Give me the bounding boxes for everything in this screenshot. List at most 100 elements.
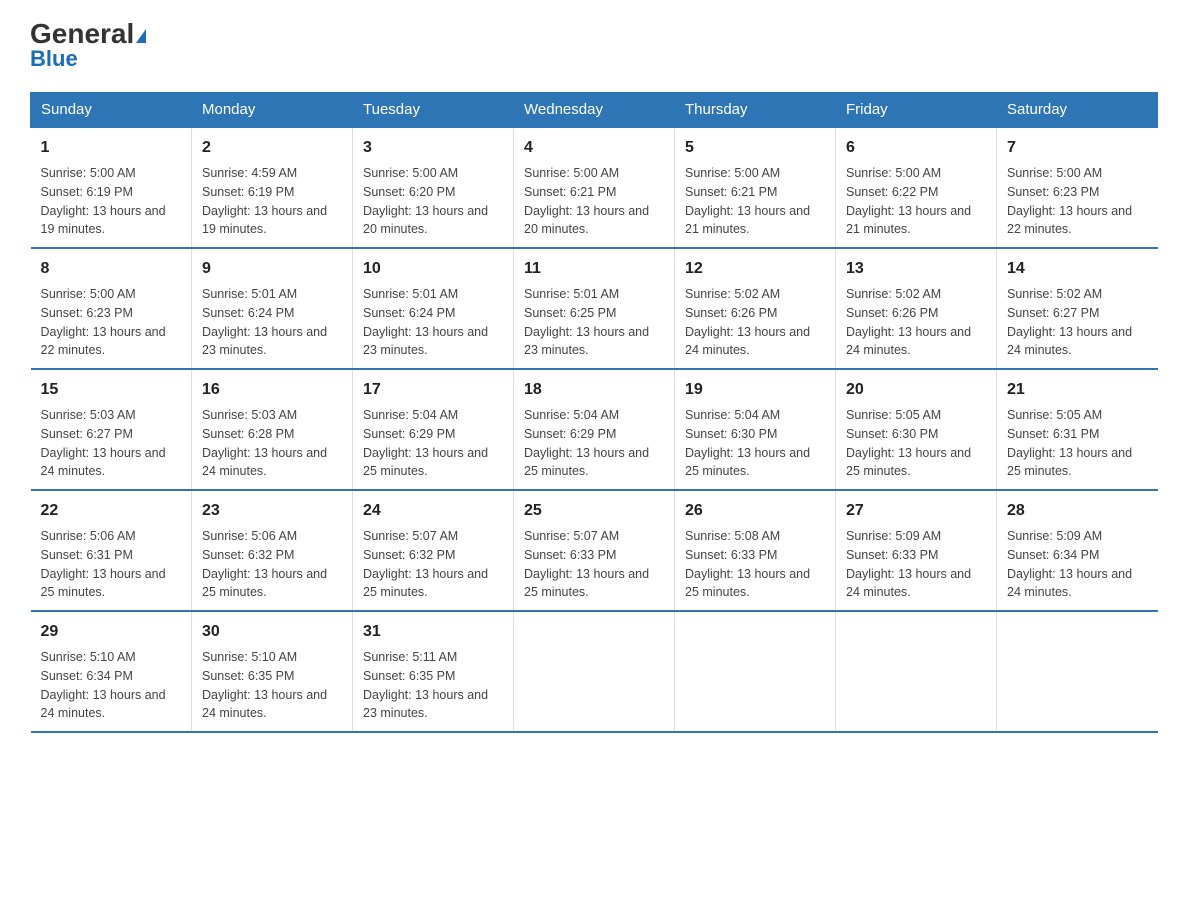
calendar-cell: 21 Sunrise: 5:05 AMSunset: 6:31 PMDayligh… xyxy=(997,369,1158,490)
calendar-cell: 30 Sunrise: 5:10 AMSunset: 6:35 PMDayligh… xyxy=(192,611,353,732)
page-header: General Blue xyxy=(30,20,1158,72)
calendar-cell: 31 Sunrise: 5:11 AMSunset: 6:35 PMDayligh… xyxy=(353,611,514,732)
day-number: 2 xyxy=(202,136,342,160)
day-number: 23 xyxy=(202,499,342,523)
day-number: 25 xyxy=(524,499,664,523)
day-info: Sunrise: 5:02 AMSunset: 6:26 PMDaylight:… xyxy=(846,287,971,357)
day-number: 26 xyxy=(685,499,825,523)
weekday-header-friday: Friday xyxy=(836,93,997,128)
calendar-cell: 12 Sunrise: 5:02 AMSunset: 6:26 PMDayligh… xyxy=(675,248,836,369)
day-number: 13 xyxy=(846,257,986,281)
calendar-cell: 13 Sunrise: 5:02 AMSunset: 6:26 PMDayligh… xyxy=(836,248,997,369)
calendar-cell: 4Sunrise: 5:00 AMSunset: 6:21 PMDaylight… xyxy=(514,127,675,248)
calendar-cell xyxy=(997,611,1158,732)
calendar-cell: 23 Sunrise: 5:06 AMSunset: 6:32 PMDayligh… xyxy=(192,490,353,611)
day-number: 11 xyxy=(524,257,664,281)
day-info: Sunrise: 5:00 AMSunset: 6:23 PMDaylight:… xyxy=(41,287,166,357)
day-number: 24 xyxy=(363,499,503,523)
day-number: 19 xyxy=(685,378,825,402)
day-number: 15 xyxy=(41,378,182,402)
day-number: 7 xyxy=(1007,136,1148,160)
day-number: 6 xyxy=(846,136,986,160)
day-info: Sunrise: 5:09 AMSunset: 6:33 PMDaylight:… xyxy=(846,529,971,599)
day-info: Sunrise: 5:01 AMSunset: 6:25 PMDaylight:… xyxy=(524,287,649,357)
day-number: 28 xyxy=(1007,499,1148,523)
calendar-cell: 10 Sunrise: 5:01 AMSunset: 6:24 PMDayligh… xyxy=(353,248,514,369)
weekday-header-row: SundayMondayTuesdayWednesdayThursdayFrid… xyxy=(31,93,1158,128)
logo-blue-text: Blue xyxy=(30,46,78,72)
day-number: 20 xyxy=(846,378,986,402)
calendar-cell: 9 Sunrise: 5:01 AMSunset: 6:24 PMDaylight… xyxy=(192,248,353,369)
calendar-cell: 7 Sunrise: 5:00 AMSunset: 6:23 PMDaylight… xyxy=(997,127,1158,248)
day-info: Sunrise: 5:01 AMSunset: 6:24 PMDaylight:… xyxy=(363,287,488,357)
logo-general-text: General xyxy=(30,20,146,48)
day-info: Sunrise: 5:02 AMSunset: 6:27 PMDaylight:… xyxy=(1007,287,1132,357)
day-number: 1 xyxy=(41,136,182,160)
day-info: Sunrise: 5:11 AMSunset: 6:35 PMDaylight:… xyxy=(363,650,488,720)
calendar-cell: 5 Sunrise: 5:00 AMSunset: 6:21 PMDaylight… xyxy=(675,127,836,248)
calendar-cell: 2 Sunrise: 4:59 AMSunset: 6:19 PMDaylight… xyxy=(192,127,353,248)
day-info: Sunrise: 5:06 AMSunset: 6:32 PMDaylight:… xyxy=(202,529,327,599)
weekday-header-tuesday: Tuesday xyxy=(353,93,514,128)
day-info: Sunrise: 5:03 AMSunset: 6:28 PMDaylight:… xyxy=(202,408,327,478)
day-info: Sunrise: 5:06 AMSunset: 6:31 PMDaylight:… xyxy=(41,529,166,599)
weekday-header-saturday: Saturday xyxy=(997,93,1158,128)
calendar-cell: 19 Sunrise: 5:04 AMSunset: 6:30 PMDayligh… xyxy=(675,369,836,490)
calendar-cell: 22 Sunrise: 5:06 AMSunset: 6:31 PMDayligh… xyxy=(31,490,192,611)
day-info: Sunrise: 5:07 AMSunset: 6:33 PMDaylight:… xyxy=(524,529,649,599)
day-number: 18 xyxy=(524,378,664,402)
day-number: 21 xyxy=(1007,378,1148,402)
day-info: Sunrise: 5:10 AMSunset: 6:34 PMDaylight:… xyxy=(41,650,166,720)
calendar-cell: 26 Sunrise: 5:08 AMSunset: 6:33 PMDayligh… xyxy=(675,490,836,611)
weekday-header-wednesday: Wednesday xyxy=(514,93,675,128)
day-number: 16 xyxy=(202,378,342,402)
day-info: Sunrise: 5:04 AMSunset: 6:30 PMDaylight:… xyxy=(685,408,810,478)
logo: General Blue xyxy=(30,20,146,72)
day-info: Sunrise: 5:00 AMSunset: 6:22 PMDaylight:… xyxy=(846,166,971,236)
day-info: Sunrise: 5:03 AMSunset: 6:27 PMDaylight:… xyxy=(41,408,166,478)
weekday-header-monday: Monday xyxy=(192,93,353,128)
day-info: Sunrise: 5:08 AMSunset: 6:33 PMDaylight:… xyxy=(685,529,810,599)
weekday-header-sunday: Sunday xyxy=(31,93,192,128)
calendar-cell xyxy=(836,611,997,732)
day-number: 12 xyxy=(685,257,825,281)
weekday-header-thursday: Thursday xyxy=(675,93,836,128)
calendar-cell: 3 Sunrise: 5:00 AMSunset: 6:20 PMDaylight… xyxy=(353,127,514,248)
day-info: Sunrise: 4:59 AMSunset: 6:19 PMDaylight:… xyxy=(202,166,327,236)
day-number: 31 xyxy=(363,620,503,644)
calendar-cell: 1 Sunrise: 5:00 AMSunset: 6:19 PMDaylight… xyxy=(31,127,192,248)
day-info: Sunrise: 5:10 AMSunset: 6:35 PMDaylight:… xyxy=(202,650,327,720)
calendar-cell: 14Sunrise: 5:02 AMSunset: 6:27 PMDayligh… xyxy=(997,248,1158,369)
calendar-week-row: 15 Sunrise: 5:03 AMSunset: 6:27 PMDayligh… xyxy=(31,369,1158,490)
day-number: 5 xyxy=(685,136,825,160)
day-number: 8 xyxy=(41,257,182,281)
day-number: 22 xyxy=(41,499,182,523)
day-info: Sunrise: 5:05 AMSunset: 6:31 PMDaylight:… xyxy=(1007,408,1132,478)
day-info: Sunrise: 5:00 AMSunset: 6:21 PMDaylight:… xyxy=(685,166,810,236)
day-number: 10 xyxy=(363,257,503,281)
day-number: 3 xyxy=(363,136,503,160)
calendar-cell xyxy=(675,611,836,732)
day-number: 30 xyxy=(202,620,342,644)
day-info: Sunrise: 5:04 AMSunset: 6:29 PMDaylight:… xyxy=(363,408,488,478)
day-info: Sunrise: 5:00 AMSunset: 6:21 PMDaylight:… xyxy=(524,166,649,236)
day-info: Sunrise: 5:00 AMSunset: 6:19 PMDaylight:… xyxy=(41,166,166,236)
calendar-cell: 16 Sunrise: 5:03 AMSunset: 6:28 PMDayligh… xyxy=(192,369,353,490)
calendar-cell: 8 Sunrise: 5:00 AMSunset: 6:23 PMDaylight… xyxy=(31,248,192,369)
calendar-cell xyxy=(514,611,675,732)
day-info: Sunrise: 5:01 AMSunset: 6:24 PMDaylight:… xyxy=(202,287,327,357)
calendar-cell: 24Sunrise: 5:07 AMSunset: 6:32 PMDayligh… xyxy=(353,490,514,611)
day-info: Sunrise: 5:02 AMSunset: 6:26 PMDaylight:… xyxy=(685,287,810,357)
day-number: 29 xyxy=(41,620,182,644)
calendar-week-row: 29 Sunrise: 5:10 AMSunset: 6:34 PMDayligh… xyxy=(31,611,1158,732)
calendar-cell: 28Sunrise: 5:09 AMSunset: 6:34 PMDayligh… xyxy=(997,490,1158,611)
calendar-table: SundayMondayTuesdayWednesdayThursdayFrid… xyxy=(30,92,1158,733)
day-number: 9 xyxy=(202,257,342,281)
calendar-week-row: 8 Sunrise: 5:00 AMSunset: 6:23 PMDaylight… xyxy=(31,248,1158,369)
day-info: Sunrise: 5:00 AMSunset: 6:23 PMDaylight:… xyxy=(1007,166,1132,236)
day-info: Sunrise: 5:00 AMSunset: 6:20 PMDaylight:… xyxy=(363,166,488,236)
calendar-cell: 15 Sunrise: 5:03 AMSunset: 6:27 PMDayligh… xyxy=(31,369,192,490)
calendar-cell: 29 Sunrise: 5:10 AMSunset: 6:34 PMDayligh… xyxy=(31,611,192,732)
calendar-cell: 20 Sunrise: 5:05 AMSunset: 6:30 PMDayligh… xyxy=(836,369,997,490)
day-info: Sunrise: 5:05 AMSunset: 6:30 PMDaylight:… xyxy=(846,408,971,478)
